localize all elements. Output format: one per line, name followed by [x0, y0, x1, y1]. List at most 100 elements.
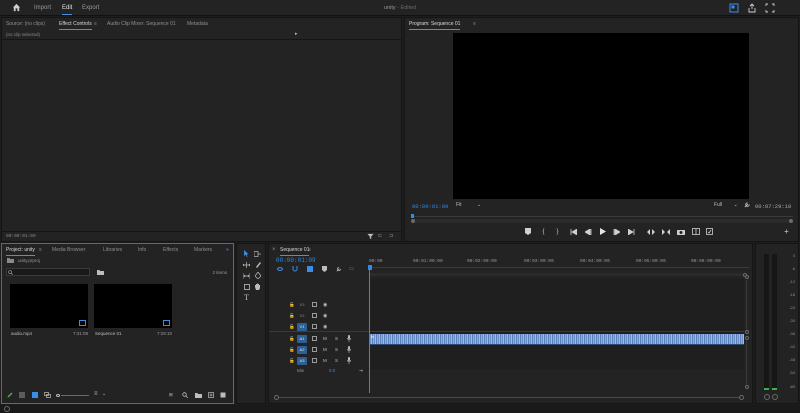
scroll-handle-top[interactable]: [745, 275, 749, 279]
tab-export[interactable]: Export: [82, 0, 99, 16]
fullscreen-icon[interactable]: [765, 3, 775, 13]
project-item[interactable]: Sequence 01 7:29:10: [94, 284, 172, 340]
sync-lock-icon[interactable]: [312, 313, 317, 318]
track-target-a3[interactable]: A3: [297, 357, 307, 365]
overflow-chevron-icon[interactable]: »: [226, 244, 229, 256]
play-icon[interactable]: [598, 227, 607, 236]
time-ruler[interactable]: 00:00 00:01:00:00 00:02:00:00 00:03:00:0…: [368, 258, 749, 272]
new-bin-from-search-icon[interactable]: [97, 269, 104, 275]
microphone-icon[interactable]: [347, 346, 351, 355]
new-bin-icon[interactable]: [195, 392, 202, 400]
step-back-icon[interactable]: [584, 227, 593, 236]
sync-lock-icon[interactable]: [312, 302, 317, 307]
project-item[interactable]: audio.mp4 7:31:08: [10, 284, 88, 340]
lock-icon[interactable]: 🔓: [289, 358, 295, 364]
eye-icon[interactable]: ◉: [323, 302, 327, 308]
lock-icon[interactable]: 🔓: [289, 347, 295, 353]
tab-edit[interactable]: Edit: [62, 0, 73, 16]
tab-effects[interactable]: Effects: [163, 244, 178, 256]
playhead-marker[interactable]: [411, 214, 414, 218]
pencil-icon[interactable]: [7, 392, 13, 400]
panel-menu-icon[interactable]: ≡: [94, 18, 97, 30]
program-viewer[interactable]: [453, 33, 749, 199]
slider-handle[interactable]: [56, 394, 60, 397]
icon-view-icon[interactable]: [32, 392, 38, 400]
ripple-edit-tool-icon[interactable]: [242, 260, 251, 269]
add-marker-icon[interactable]: [523, 227, 532, 236]
lock-icon[interactable]: 🔓: [289, 302, 295, 308]
tab-media-browser[interactable]: Media Browser: [52, 244, 85, 256]
sync-lock-icon[interactable]: [312, 324, 317, 329]
playhead-line[interactable]: [369, 265, 370, 393]
sync-lock-icon[interactable]: [312, 358, 317, 363]
overwrite-icon[interactable]: [661, 227, 670, 236]
rectangle-tool-icon[interactable]: [242, 282, 251, 291]
new-item-icon[interactable]: [208, 392, 214, 400]
camera-icon[interactable]: [676, 227, 685, 236]
track-target-a1[interactable]: A1: [297, 335, 307, 343]
scroll-handle-bottom[interactable]: [745, 385, 749, 389]
scroll-handle-right[interactable]: [739, 395, 744, 400]
wrench-icon[interactable]: [744, 201, 751, 208]
automate-to-sequence-icon[interactable]: ⊞: [169, 392, 173, 398]
selection-tool-icon[interactable]: [242, 249, 251, 258]
freeform-view-icon[interactable]: [44, 392, 51, 400]
eye-icon[interactable]: ◉: [323, 324, 327, 330]
share-icon[interactable]: [747, 3, 757, 13]
mute-button[interactable]: M: [323, 336, 327, 341]
scroll-handle-right[interactable]: [789, 219, 793, 223]
tab-source[interactable]: Source: (no clips): [6, 18, 45, 30]
tab-effect-controls[interactable]: Effect Controls: [59, 18, 92, 30]
add-marker-icon[interactable]: [322, 266, 327, 274]
mute-button[interactable]: M: [323, 347, 327, 352]
collapse-icon[interactable]: ⊏: [378, 233, 382, 239]
go-to-end-icon[interactable]: ⇥: [359, 368, 363, 374]
clear-icon[interactable]: [220, 392, 226, 400]
export-frame-icon[interactable]: ⊐: [389, 233, 393, 239]
track-area[interactable]: [369, 279, 744, 369]
nest-icon[interactable]: [276, 266, 284, 274]
program-scrub-bar[interactable]: [411, 214, 793, 218]
list-view-icon[interactable]: [19, 392, 25, 400]
vr-view-icon[interactable]: [705, 227, 714, 236]
tab-import[interactable]: Import: [34, 0, 51, 16]
comparison-view-icon[interactable]: [691, 227, 700, 236]
step-forward-icon[interactable]: [612, 227, 621, 236]
eye-icon[interactable]: ◉: [323, 313, 327, 319]
tab-sequence[interactable]: Sequence 01: [280, 244, 310, 256]
mute-button[interactable]: M: [323, 358, 327, 363]
lock-icon[interactable]: 🔓: [289, 336, 295, 342]
workspaces-icon[interactable]: [729, 3, 739, 13]
insert-icon[interactable]: [646, 227, 655, 236]
tab-info[interactable]: Info: [138, 244, 146, 256]
program-menu-icon[interactable]: ≡: [473, 18, 476, 30]
snap-icon[interactable]: [292, 266, 298, 274]
tab-program[interactable]: Program: Sequence 01: [409, 18, 461, 30]
home-icon[interactable]: [12, 3, 21, 12]
hand-tool-icon[interactable]: [253, 282, 262, 291]
solo-left-button[interactable]: [764, 394, 770, 400]
lock-icon[interactable]: 🔓: [289, 324, 295, 330]
audio-clip-a1[interactable]: fx: [369, 334, 744, 344]
filter-icon[interactable]: [367, 233, 374, 240]
mix-volume-value[interactable]: 0.0: [329, 368, 335, 373]
zoom-slider[interactable]: [56, 393, 90, 397]
pen-tool-icon[interactable]: [253, 271, 262, 280]
mark-out-icon[interactable]: }: [553, 227, 562, 236]
slip-tool-icon[interactable]: [242, 271, 251, 280]
program-timecode[interactable]: 00:00:01:09: [412, 203, 448, 210]
microphone-icon[interactable]: [347, 335, 351, 344]
type-tool-icon[interactable]: T: [242, 293, 251, 302]
add-button-icon[interactable]: +: [782, 227, 791, 236]
tab-markers[interactable]: Markers: [194, 244, 212, 256]
track-select-tool-icon[interactable]: [253, 249, 262, 258]
solo-button[interactable]: S: [335, 347, 338, 352]
scroll-handle-mid2[interactable]: [745, 336, 749, 340]
fit-select[interactable]: Fit ⌄: [456, 202, 481, 208]
go-to-in-icon[interactable]: [569, 227, 578, 236]
go-to-out-icon[interactable]: [627, 227, 636, 236]
find-icon[interactable]: [182, 392, 189, 400]
razor-tool-icon[interactable]: [253, 260, 262, 269]
scroll-handle-left[interactable]: [411, 219, 415, 223]
linked-selection-icon[interactable]: [307, 266, 313, 274]
